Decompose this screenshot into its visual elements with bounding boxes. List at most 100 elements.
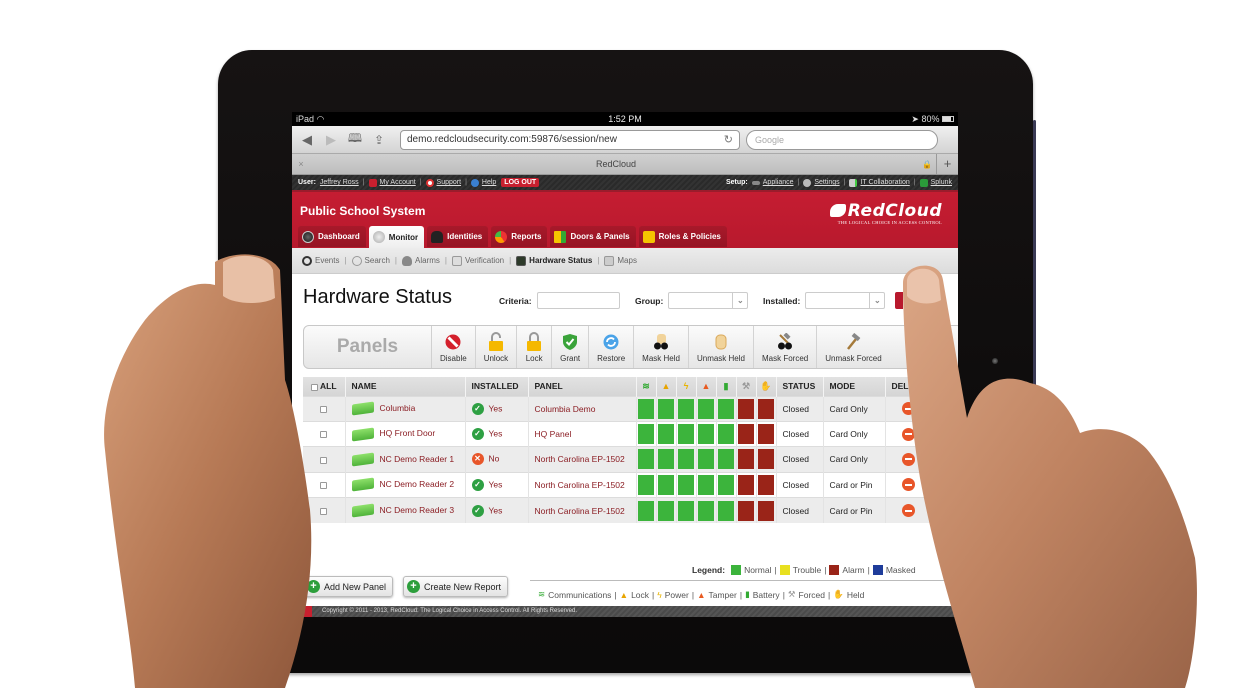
check-circle-icon: ✓ — [471, 402, 484, 415]
splunk-link[interactable]: Splunk — [931, 179, 952, 186]
share-button[interactable]: ⇪ — [370, 133, 388, 147]
indicator-communications — [636, 497, 657, 523]
installed-select[interactable]: ⌄ — [805, 292, 886, 309]
held-icon: ✋ — [756, 377, 777, 396]
disable-button[interactable]: Disable — [432, 326, 476, 368]
panel-name[interactable]: HQ Panel — [528, 420, 637, 447]
reader-name[interactable]: NC Demo Reader 1 — [345, 446, 466, 473]
indicator-communications — [636, 471, 657, 498]
subnav-search[interactable]: Search — [351, 255, 390, 266]
status-normal-square — [718, 424, 734, 445]
unmask-held-button[interactable]: Unmask Held — [689, 326, 754, 368]
search-input[interactable]: Google — [746, 129, 938, 150]
status-normal-square — [658, 398, 674, 419]
name-header[interactable]: NAME — [345, 377, 466, 396]
grant-button[interactable]: Grant — [552, 326, 590, 368]
tab-reports[interactable]: Reports — [491, 226, 548, 247]
reader-name[interactable]: NC Demo Reader 3 — [345, 497, 466, 523]
lock-button[interactable]: Lock — [517, 326, 553, 368]
new-tab-button[interactable]: + — [936, 153, 958, 175]
tab-identities[interactable]: Identities — [427, 226, 489, 247]
table-row[interactable]: NC Demo Reader 1 ✕ No North Carolina EP-150… — [303, 446, 933, 473]
status-cell: Closed — [776, 395, 824, 422]
subnav-alarms[interactable]: Alarms — [401, 255, 440, 266]
installed-header[interactable]: INSTALLED — [465, 377, 529, 396]
panel-name[interactable]: Columbia Demo — [528, 395, 637, 422]
tab-doors-panels[interactable]: Doors & Panels — [550, 226, 636, 247]
status-normal-square — [638, 449, 654, 470]
bulb-icon — [401, 255, 412, 266]
status-header[interactable]: STATUS — [776, 377, 824, 396]
hand-mask-icon — [652, 332, 670, 352]
status-normal-square — [638, 500, 654, 521]
mode-header[interactable]: MODE — [823, 377, 886, 396]
mask-forced-button[interactable]: Mask Forced — [754, 326, 818, 368]
status-normal-square — [638, 424, 654, 445]
unlock-button[interactable]: Unlock — [476, 326, 518, 368]
address-bar[interactable]: demo.redcloudsecurity.com:59876/session/… — [400, 129, 740, 150]
close-tab-icon[interactable]: × — [292, 159, 310, 169]
reload-icon[interactable]: ↻ — [724, 133, 733, 146]
appliance-link[interactable]: Appliance — [763, 179, 794, 186]
user-label: User: — [298, 179, 316, 186]
status-normal-square — [718, 398, 734, 419]
settings-link[interactable]: Settings — [814, 179, 839, 186]
my-account-link[interactable]: My Account — [380, 179, 416, 186]
criteria-label: Criteria: — [499, 295, 532, 306]
indicator-forced — [736, 395, 757, 422]
status-normal-square — [718, 449, 734, 470]
restore-button[interactable]: Restore — [589, 326, 635, 368]
forward-button[interactable]: ▶ — [322, 132, 340, 148]
organization-title: Public School System — [300, 204, 426, 218]
reader-name[interactable]: Columbia — [345, 395, 466, 422]
status-cell: Closed — [776, 471, 824, 498]
tab-monitor[interactable]: Monitor — [368, 226, 425, 248]
indicator-forced — [736, 471, 757, 498]
tab-title[interactable]: RedCloud — [310, 159, 922, 169]
legend-label: Legend: — [692, 565, 726, 575]
table-row[interactable]: Columbia ✓ Yes Columbia Demo Closed Card Only — [303, 395, 933, 422]
indicator-power — [676, 446, 697, 473]
table-row[interactable]: NC Demo Reader 2 ✓ Yes North Carolina EP-15… — [303, 471, 933, 498]
table-row[interactable]: NC Demo Reader 3 ✓ Yes North Carolina EP-15… — [303, 497, 933, 523]
panel-name[interactable]: North Carolina EP-1502 — [528, 497, 637, 523]
back-button[interactable]: ◀ — [298, 132, 316, 148]
group-select[interactable]: ⌄ — [668, 292, 749, 309]
unmask-forced-button[interactable]: Unmask Forced — [817, 326, 889, 368]
battery-icon: ▮ — [745, 589, 750, 599]
door-icon — [554, 230, 567, 243]
ipad-screen: iPad ◠ 1:52 PM ➤ 80% ◀ ▶ 🕮 ⇪ demo.redclo… — [292, 112, 958, 617]
reader-name[interactable]: HQ Front Door — [345, 420, 466, 447]
help-link[interactable]: Help — [482, 179, 496, 186]
setup-label: Setup: — [725, 179, 748, 186]
indicator-communications — [636, 420, 657, 447]
reader-name[interactable]: NC Demo Reader 2 — [345, 471, 466, 498]
it-collaboration-link[interactable]: IT Collaboration — [860, 179, 909, 186]
panel-header[interactable]: PANEL — [528, 377, 637, 396]
tab-dashboard[interactable]: Dashboard — [298, 226, 366, 247]
hand-icon — [712, 332, 730, 352]
group-label: Group: — [635, 295, 664, 306]
subnav-verification[interactable]: Verification — [451, 255, 504, 266]
indicator-held — [756, 497, 777, 523]
support-link[interactable]: Support — [437, 179, 462, 186]
cloud-logo-icon — [829, 204, 846, 217]
bookmarks-button[interactable]: 🕮 — [346, 129, 364, 150]
subnav-maps[interactable]: Maps — [604, 255, 637, 266]
criteria-input[interactable] — [536, 292, 620, 309]
tab-roles-policies[interactable]: Roles & Policies — [638, 226, 727, 247]
user-name-link[interactable]: Jeffrey Ross — [320, 179, 359, 186]
subnav-hardware-status[interactable]: Hardware Status — [516, 255, 592, 266]
panel-name[interactable]: North Carolina EP-1502 — [528, 446, 637, 473]
mask-held-button[interactable]: Mask Held — [634, 326, 689, 368]
table-row[interactable]: HQ Front Door ✓ Yes HQ Panel Closed Card Only — [303, 420, 933, 447]
logout-button[interactable]: LOG OUT — [501, 178, 540, 187]
panel-name[interactable]: North Carolina EP-1502 — [528, 471, 637, 498]
unlocked-padlock-icon — [487, 332, 505, 352]
indicator-lock — [656, 446, 677, 473]
forced-icon: ⚒ — [736, 377, 757, 396]
panels-toolbar: Panels Disable Unlock Lock Grant Restore… — [303, 325, 958, 369]
chevron-down-icon: ⌄ — [869, 293, 884, 308]
create-new-report-button[interactable]: + Create New Report — [403, 576, 509, 597]
status-normal-square — [658, 424, 674, 445]
